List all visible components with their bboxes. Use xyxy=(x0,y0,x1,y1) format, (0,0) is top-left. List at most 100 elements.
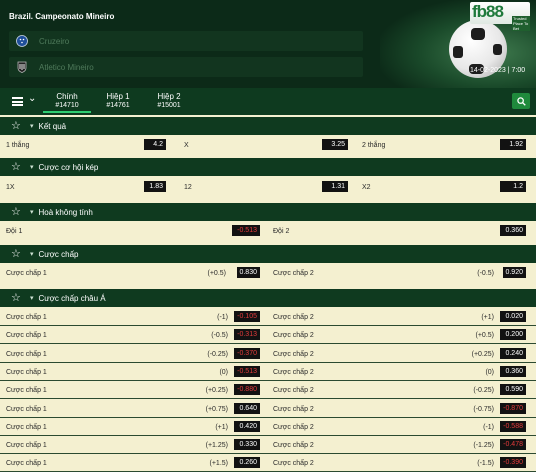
handicap-value: (-0.5) xyxy=(211,331,228,339)
tab-main[interactable]: Chính #14710 xyxy=(52,92,82,110)
odd-button[interactable]: 1.92 xyxy=(500,139,526,150)
odd-button[interactable]: 0.260 xyxy=(234,457,260,468)
section-title: Cược cơ hội kép xyxy=(38,162,99,172)
odd-label: Cược chấp 2 xyxy=(273,386,314,394)
chevron-down-icon[interactable]: ▾ xyxy=(30,294,34,302)
match-header: Brazil. Campeonato Mineiro Cruzeiro Atle… xyxy=(0,0,536,88)
odd-button[interactable]: 0.330 xyxy=(234,439,260,450)
odd-button[interactable]: -0.513 xyxy=(234,366,260,377)
odd-label: Cược chấp 2 xyxy=(273,423,314,431)
odd-button[interactable]: 0.420 xyxy=(234,421,260,432)
odd-label: Cược chấp 2 xyxy=(273,405,314,413)
odd-button[interactable]: 0.360 xyxy=(500,366,526,377)
odd-button[interactable]: 0.200 xyxy=(500,329,526,340)
row-divider xyxy=(0,398,536,399)
section-header-asian-handicap[interactable]: ☆ ▾ Cược chấp châu Á xyxy=(0,289,536,307)
odd-button[interactable]: -0.880 xyxy=(234,384,260,395)
section-header-double-chance[interactable]: ☆ ▾ Cược cơ hội kép xyxy=(0,158,536,176)
handicap-value: (+0.5) xyxy=(207,269,226,277)
asian-handicap-row: Cược chấp 1 (+1) 0.420 Cược chấp 2 (-1) -0.58… xyxy=(0,418,536,436)
handicap-value: (-0.25) xyxy=(207,350,228,358)
odd-button[interactable]: 0.360 xyxy=(500,225,526,236)
chevron-down-icon[interactable]: ▾ xyxy=(30,163,34,171)
section-title: Hoà không tính xyxy=(38,207,93,217)
chevron-down-icon[interactable]: ▾ xyxy=(30,250,34,258)
odd-button[interactable]: 1.2 xyxy=(500,181,526,192)
odd-label: 1X xyxy=(6,183,15,191)
match-date-time: 14-02-2023 | 7:00 xyxy=(470,67,526,74)
section-title: Cược chấp châu Á xyxy=(38,293,106,303)
star-icon[interactable]: ☆ xyxy=(11,292,24,304)
league-name: Brazil. Campeonato Mineiro xyxy=(9,12,115,21)
odd-button[interactable]: 0.590 xyxy=(500,384,526,395)
star-icon[interactable]: ☆ xyxy=(11,206,24,218)
odd-label: Đội 1 xyxy=(6,227,23,235)
star-icon[interactable]: ☆ xyxy=(11,120,24,132)
tab-label: Hiệp 2 xyxy=(157,92,181,101)
odd-label: Cược chấp 2 xyxy=(273,368,314,376)
tab-first-half[interactable]: Hiệp 1 #14761 xyxy=(103,92,133,110)
search-icon xyxy=(516,96,526,106)
tab-label: Hiệp 1 xyxy=(106,92,130,101)
tab-id: #14761 xyxy=(106,102,130,109)
away-team-name: Atletico Mineiro xyxy=(39,62,94,72)
double-chevron-down-icon[interactable]: ⌄ xyxy=(28,93,36,104)
brand-logo[interactable]: fb88 Trusted Place To Bet xyxy=(470,2,530,31)
list-menu-icon[interactable] xyxy=(12,97,23,106)
handicap-value: (+1.5) xyxy=(209,459,228,467)
odd-label: Cược chấp 2 xyxy=(273,269,314,277)
odd-button[interactable]: 1.31 xyxy=(322,181,348,192)
odd-label: Cược chấp 1 xyxy=(6,350,47,358)
section-header-result[interactable]: ☆ ▾ Kết quả xyxy=(0,117,536,135)
handicap-value: (-1.25) xyxy=(473,441,494,449)
section-header-draw-no-bet[interactable]: ☆ ▾ Hoà không tính xyxy=(0,203,536,221)
odd-label: 12 xyxy=(184,183,192,191)
tab-id: #15001 xyxy=(157,102,181,109)
odd-label: Cược chấp 1 xyxy=(6,331,47,339)
tab-label: Chính xyxy=(56,92,78,101)
brand-text: fb88 xyxy=(472,2,504,21)
tab-second-half[interactable]: Hiệp 2 #15001 xyxy=(154,92,184,110)
odd-button[interactable]: -0.313 xyxy=(234,329,260,340)
odd-button[interactable]: 0.920 xyxy=(503,267,526,278)
chevron-down-icon[interactable]: ▾ xyxy=(30,208,34,216)
search-button[interactable] xyxy=(512,93,530,109)
star-icon[interactable]: ☆ xyxy=(11,161,24,173)
odd-label: X2 xyxy=(362,183,371,191)
odd-button[interactable]: -0.513 xyxy=(232,225,260,236)
odd-label: Cược chấp 1 xyxy=(6,405,47,413)
odd-button[interactable]: 3.25 xyxy=(322,139,348,150)
brand-tagline: Trusted Place To Bet xyxy=(512,16,530,31)
odd-button[interactable]: -0.478 xyxy=(500,439,526,450)
result-row: 1 thắng 4.2 X 3.25 2 thắng 1.92 xyxy=(0,136,536,154)
odd-label: Cược chấp 2 xyxy=(273,331,314,339)
active-tab-indicator xyxy=(43,111,91,113)
odd-label: Cược chấp 2 xyxy=(273,459,314,467)
odd-button[interactable]: -0.870 xyxy=(500,403,526,414)
handicap-value: (+0.75) xyxy=(205,405,228,413)
handicap-value: (-0.25) xyxy=(473,386,494,394)
odd-button[interactable]: -0.105 xyxy=(234,311,260,322)
odd-label: 1 thắng xyxy=(6,141,30,149)
odd-button[interactable]: 4.2 xyxy=(144,139,166,150)
chevron-down-icon[interactable]: ▾ xyxy=(30,122,34,130)
handicap-value: (-0.75) xyxy=(473,405,494,413)
odd-button[interactable]: -0.370 xyxy=(234,348,260,359)
section-title: Cược chấp xyxy=(38,249,79,259)
odd-button[interactable]: -0.588 xyxy=(500,421,526,432)
handicap-value: (-1) xyxy=(217,313,228,321)
odd-label: Cược chấp 2 xyxy=(273,350,314,358)
odd-button[interactable]: 0.020 xyxy=(500,311,526,322)
odd-button[interactable]: 1.83 xyxy=(144,181,166,192)
odd-button[interactable]: 0.830 xyxy=(237,267,260,278)
asian-handicap-row: Cược chấp 1 (0) -0.513 Cược chấp 2 (0) 0.360 xyxy=(0,363,536,381)
star-icon[interactable]: ☆ xyxy=(11,248,24,260)
section-header-handicap[interactable]: ☆ ▾ Cược chấp xyxy=(0,245,536,263)
handicap-value: (-1) xyxy=(483,423,494,431)
odd-button[interactable]: 0.640 xyxy=(234,403,260,414)
asian-handicap-row: Cược chấp 1 (+1.25) 0.330 Cược chấp 2 (-1.25… xyxy=(0,436,536,454)
odd-button[interactable]: -0.390 xyxy=(500,457,526,468)
odd-button[interactable]: 0.240 xyxy=(500,348,526,359)
odd-label: Cược chấp 1 xyxy=(6,313,47,321)
handicap-value: (+0.25) xyxy=(205,386,228,394)
